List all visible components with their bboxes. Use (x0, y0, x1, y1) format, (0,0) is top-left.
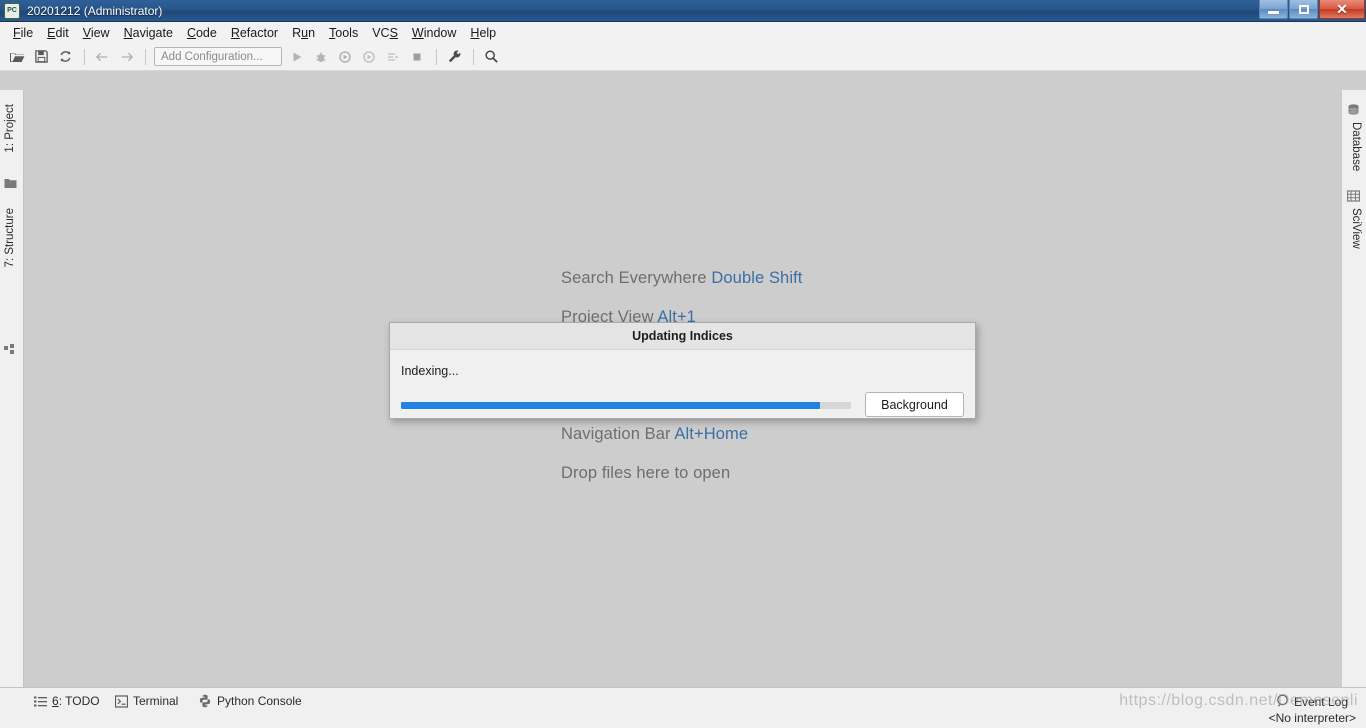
open-folder-icon[interactable] (6, 46, 28, 68)
hint-drop-files-text: Drop files here to open (561, 464, 731, 482)
menu-file[interactable]: File (6, 24, 40, 42)
restore-icon[interactable] (1289, 0, 1318, 19)
status-tool-python-console-label: Python Console (217, 694, 302, 708)
sidebar-item-structure[interactable]: 7: Structure (4, 208, 16, 267)
menu-navigate[interactable]: Navigate (117, 24, 180, 42)
updating-indices-dialog: Updating Indices Indexing... Background (389, 322, 976, 419)
close-icon[interactable]: ✕ (1319, 0, 1365, 19)
menu-help[interactable]: Help (463, 24, 503, 42)
toolbar-separator (84, 48, 85, 65)
wrench-settings-icon[interactable] (443, 46, 465, 68)
sync-icon[interactable] (54, 46, 76, 68)
run-configuration-selector[interactable]: Add Configuration... (154, 47, 282, 66)
indexing-progress-bar (401, 402, 851, 409)
event-log-icon (1276, 694, 1289, 710)
toolbar-separator-3 (436, 48, 437, 65)
title-bar: PC 20201212 (Administrator) ✕ (0, 0, 1366, 22)
event-log-label: Event Log (1293, 695, 1348, 709)
right-tool-rail: Database SciView (1341, 90, 1366, 688)
hint-search-everywhere-text: Search Everywhere (561, 269, 712, 287)
minimize-icon[interactable] (1259, 0, 1288, 19)
sidebar-item-database[interactable]: Database (1350, 122, 1362, 171)
sciview-grid-icon (1346, 190, 1361, 203)
todo-suffix: : TODO (58, 694, 100, 708)
status-tool-todo-label: 6: TODO (52, 694, 100, 708)
interpreter-status[interactable]: <No interpreter> (1269, 711, 1356, 725)
menu-edit[interactable]: Edit (40, 24, 76, 42)
main-toolbar: Add Configuration... (0, 43, 1366, 71)
pycharm-window: PC 20201212 (Administrator) ✕ File Edit … (0, 0, 1366, 728)
menu-vcs[interactable]: VCS (365, 24, 405, 42)
sidebar-item-structure-label: 7: Structure (4, 208, 16, 268)
stop-icon (406, 46, 428, 68)
status-tool-python-console[interactable]: Python Console (198, 694, 302, 708)
indexing-status-text: Indexing... (401, 364, 459, 378)
sidebar-item-project[interactable]: 1: Project (4, 104, 16, 153)
dialog-title: Updating Indices (632, 329, 733, 343)
pycharm-icon: PC (4, 2, 20, 19)
run-step-icon (382, 46, 404, 68)
sidebar-item-database-label: Database (1350, 122, 1362, 172)
status-bar: 6: TODO Terminal Python Console Event Lo… (0, 687, 1366, 728)
search-icon[interactable] (480, 46, 502, 68)
todo-list-icon (34, 695, 47, 708)
database-icon (1347, 104, 1360, 117)
menu-view[interactable]: View (76, 24, 117, 42)
hint-search-everywhere-key: Double Shift (711, 269, 803, 287)
menu-file-label: ile (20, 25, 34, 40)
back-arrow-icon (91, 46, 113, 68)
sidebar-item-sciview-label: SciView (1350, 208, 1362, 249)
python-icon (198, 694, 212, 708)
hint-navigation-bar-text: Navigation Bar (561, 425, 675, 443)
run-icon (286, 46, 308, 68)
run-with-coverage-icon (334, 46, 356, 68)
menu-run[interactable]: Run (285, 24, 322, 42)
status-tool-terminal[interactable]: Terminal (115, 694, 178, 708)
hint-drop-files: Drop files here to open (561, 464, 730, 483)
hint-search-everywhere: Search Everywhere Double Shift (561, 269, 802, 288)
debug-icon (310, 46, 332, 68)
profile-icon (358, 46, 380, 68)
background-button[interactable]: Background (865, 392, 964, 417)
dialog-header: Updating Indices (390, 323, 975, 350)
menu-tools[interactable]: Tools (322, 24, 365, 42)
left-tool-rail: 1: Project 7: Structure 2: Favorites (0, 90, 24, 728)
menu-code[interactable]: Code (180, 24, 224, 42)
terminal-icon (115, 694, 128, 708)
status-tool-terminal-label: Terminal (133, 694, 179, 708)
folder-icon (4, 177, 17, 190)
forward-arrow-icon (115, 46, 137, 68)
sidebar-item-project-label: 1: Project (4, 104, 16, 153)
menu-refactor[interactable]: Refactor (224, 24, 285, 42)
hint-navigation-bar-key: Alt+Home (674, 425, 749, 443)
structure-grid-icon (4, 344, 17, 357)
hint-navigation-bar: Navigation Bar Alt+Home (561, 425, 748, 444)
status-tool-todo[interactable]: 6: TODO (34, 694, 100, 708)
toolbar-separator-2 (145, 48, 146, 65)
dialog-body: Indexing... Background (390, 350, 975, 420)
window-title: 20201212 (Administrator) (27, 3, 163, 18)
sidebar-item-sciview[interactable]: SciView (1350, 208, 1362, 249)
window-controls: ✕ (1258, 0, 1365, 20)
save-icon[interactable] (30, 46, 52, 68)
event-log-button[interactable]: Event Log (1276, 694, 1348, 710)
toolbar-separator-4 (473, 48, 474, 65)
menu-window[interactable]: Window (405, 24, 463, 42)
indexing-progress-fill (401, 402, 820, 409)
menu-bar: File Edit View Navigate Code Refactor Ru… (0, 22, 1366, 43)
